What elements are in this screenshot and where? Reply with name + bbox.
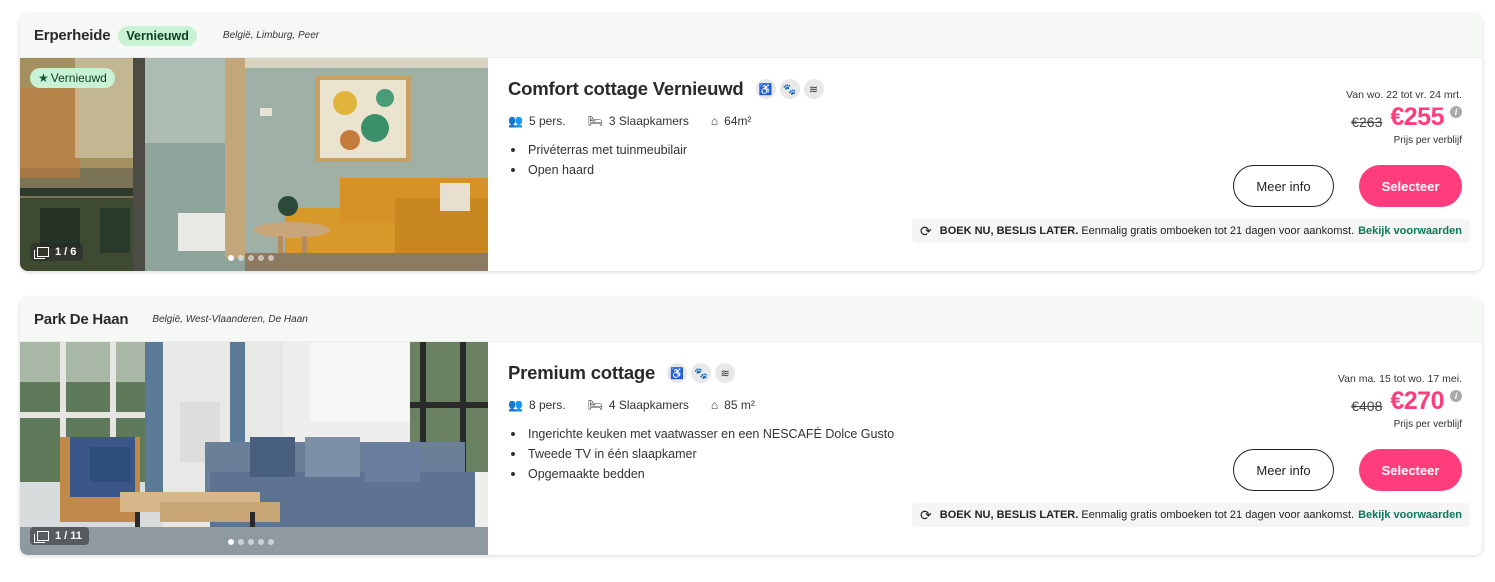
persons-count: 5 pers. — [528, 114, 566, 128]
gallery-icon — [34, 247, 49, 259]
photo-renewed-badge: ★ Vernieuwd — [30, 68, 115, 88]
floor-area: 85 m² — [724, 398, 755, 412]
accommodation-title[interactable]: Premium cottage — [508, 362, 655, 384]
photo-carousel[interactable]: ★ Vernieuwd 1 / 6 — [20, 58, 488, 271]
price-box: Van ma. 15 tot wo. 17 mei. €408 €270 i P… — [1338, 373, 1462, 430]
location-region: Limburg — [256, 30, 293, 41]
card-header: Erperheide Vernieuwd België, Limburg, Pe… — [20, 14, 1482, 58]
carousel-dot[interactable] — [248, 255, 254, 261]
location-city: De Haan — [268, 314, 308, 325]
bedroom-count: 4 Slaapkamers — [608, 398, 689, 412]
pet-paw-icon: 🐾 — [779, 79, 800, 99]
refresh-icon: ⟳ — [920, 506, 932, 523]
location-breadcrumb: België, Limburg, Peer — [222, 30, 320, 41]
old-price: €408 — [1351, 398, 1383, 414]
cottage-photo — [20, 342, 488, 555]
accommodation-info: Premium cottage ♿ 🐾 ≋ 👥 8 pers. 🛏 4 Slaapk… — [488, 342, 1482, 555]
select-button[interactable]: Selecteer — [1359, 165, 1462, 207]
accommodation-card: Erperheide Vernieuwd België, Limburg, Pe… — [20, 14, 1482, 271]
carousel-dot[interactable] — [238, 539, 244, 545]
persons-icon: 👥 — [508, 398, 523, 412]
star-icon: ★ — [38, 71, 49, 85]
carousel-dot[interactable] — [238, 255, 244, 261]
gallery-icon — [34, 531, 49, 543]
location-city: Peer — [297, 30, 320, 41]
old-price: €263 — [1351, 114, 1383, 130]
pet-paw-icon: 🐾 — [691, 363, 712, 383]
accommodation-info: Comfort cottage Vernieuwd ♿ 🐾 ≋ 👥 5 pers.… — [488, 58, 1482, 271]
carousel-dot[interactable] — [268, 255, 274, 261]
action-buttons: Meer info Selecteer — [1233, 449, 1462, 491]
view-conditions-link[interactable]: Bekijk voorwaarden — [1358, 225, 1462, 237]
location-country: België — [222, 30, 251, 41]
persons-icon: 👥 — [508, 114, 523, 128]
price-per-stay-label: Prijs per verblijf — [1393, 419, 1462, 430]
select-button[interactable]: Selecteer — [1359, 449, 1462, 491]
stay-dates: Van wo. 22 tot vr. 24 mrt. — [1346, 89, 1462, 101]
feature-item: Ingerichte keuken met vaatwasser en een … — [508, 424, 1462, 444]
park-name[interactable]: Erperheide — [34, 27, 111, 44]
price-info-icon[interactable]: i — [1450, 390, 1462, 402]
photo-badge-label: Vernieuwd — [50, 71, 107, 85]
photo-counter-label: 1 / 6 — [55, 246, 77, 258]
wheelchair-icon: ♿ — [667, 363, 688, 383]
photo-counter[interactable]: 1 / 6 — [30, 243, 84, 261]
flexible-booking-banner: ⟳ BOEK NU, BESLIS LATER. Eenmalig gratis… — [912, 503, 1470, 527]
park-name[interactable]: Park De Haan — [34, 311, 129, 328]
wifi-icon: ≋ — [803, 79, 824, 99]
feature-item: Privéterras met tuinmeubilair — [508, 140, 1462, 160]
price-per-stay-label: Prijs per verblijf — [1393, 135, 1462, 146]
photo-counter-label: 1 / 11 — [55, 530, 82, 542]
house-icon: ⌂ — [710, 114, 719, 128]
carousel-dot[interactable] — [258, 539, 264, 545]
view-conditions-link[interactable]: Bekijk voorwaarden — [1358, 509, 1462, 521]
accommodation-facts: 👥 8 pers. 🛏 4 Slaapkamers ⌂ 85 m² — [508, 398, 1462, 412]
photo-counter[interactable]: 1 / 11 — [30, 527, 89, 545]
carousel-dot[interactable] — [268, 539, 274, 545]
wheelchair-icon: ♿ — [755, 79, 776, 99]
book-now-text: Eenmalig gratis omboeken tot 21 dagen vo… — [1081, 225, 1355, 237]
amenity-icons: ♿ 🐾 ≋ — [755, 79, 824, 99]
carousel-dots[interactable] — [228, 255, 274, 261]
renewed-badge: Vernieuwd — [118, 25, 197, 46]
amenity-icons: ♿ 🐾 ≋ — [667, 363, 736, 383]
price-box: Van wo. 22 tot vr. 24 mrt. €263 €255 i P… — [1346, 89, 1462, 146]
more-info-button[interactable]: Meer info — [1233, 165, 1334, 207]
location-region: West-Vlaanderen — [185, 314, 263, 325]
accommodation-list: Erperheide Vernieuwd België, Limburg, Pe… — [20, 14, 1482, 582]
action-buttons: Meer info Selecteer — [1233, 165, 1462, 207]
accommodation-title[interactable]: Comfort cottage Vernieuwd — [508, 78, 744, 100]
wifi-icon: ≋ — [715, 363, 736, 383]
house-icon: ⌂ — [710, 398, 719, 412]
photo-carousel[interactable]: 1 / 11 — [20, 342, 488, 555]
new-price: €270 — [1390, 387, 1444, 415]
carousel-dot[interactable] — [228, 255, 234, 261]
cottage-photo — [20, 58, 488, 271]
accommodation-card: Park De Haan België, West-Vlaanderen, De… — [20, 298, 1482, 555]
refresh-icon: ⟳ — [920, 222, 932, 239]
carousel-dots[interactable] — [228, 539, 274, 545]
bed-icon: 🛏 — [587, 398, 603, 412]
flexible-booking-banner: ⟳ BOEK NU, BESLIS LATER. Eenmalig gratis… — [912, 219, 1470, 243]
book-now-text: Eenmalig gratis omboeken tot 21 dagen vo… — [1081, 509, 1355, 521]
stay-dates: Van ma. 15 tot wo. 17 mei. — [1337, 373, 1462, 385]
carousel-dot[interactable] — [258, 255, 264, 261]
price-info-icon[interactable]: i — [1450, 106, 1462, 118]
carousel-dot[interactable] — [248, 539, 254, 545]
bed-icon: 🛏 — [587, 114, 603, 128]
more-info-button[interactable]: Meer info — [1233, 449, 1334, 491]
card-header: Park De Haan België, West-Vlaanderen, De… — [20, 298, 1482, 342]
persons-count: 8 pers. — [528, 398, 566, 412]
location-breadcrumb: België, West-Vlaanderen, De Haan — [152, 314, 308, 325]
floor-area: 64m² — [724, 114, 752, 128]
bedroom-count: 3 Slaapkamers — [608, 114, 689, 128]
location-country: België — [152, 314, 181, 325]
book-now-heading: BOEK NU, BESLIS LATER. — [939, 509, 1079, 521]
carousel-dot[interactable] — [228, 539, 234, 545]
book-now-heading: BOEK NU, BESLIS LATER. — [939, 225, 1079, 237]
accommodation-facts: 👥 5 pers. 🛏 3 Slaapkamers ⌂ 64m² — [508, 114, 1462, 128]
new-price: €255 — [1390, 103, 1444, 131]
